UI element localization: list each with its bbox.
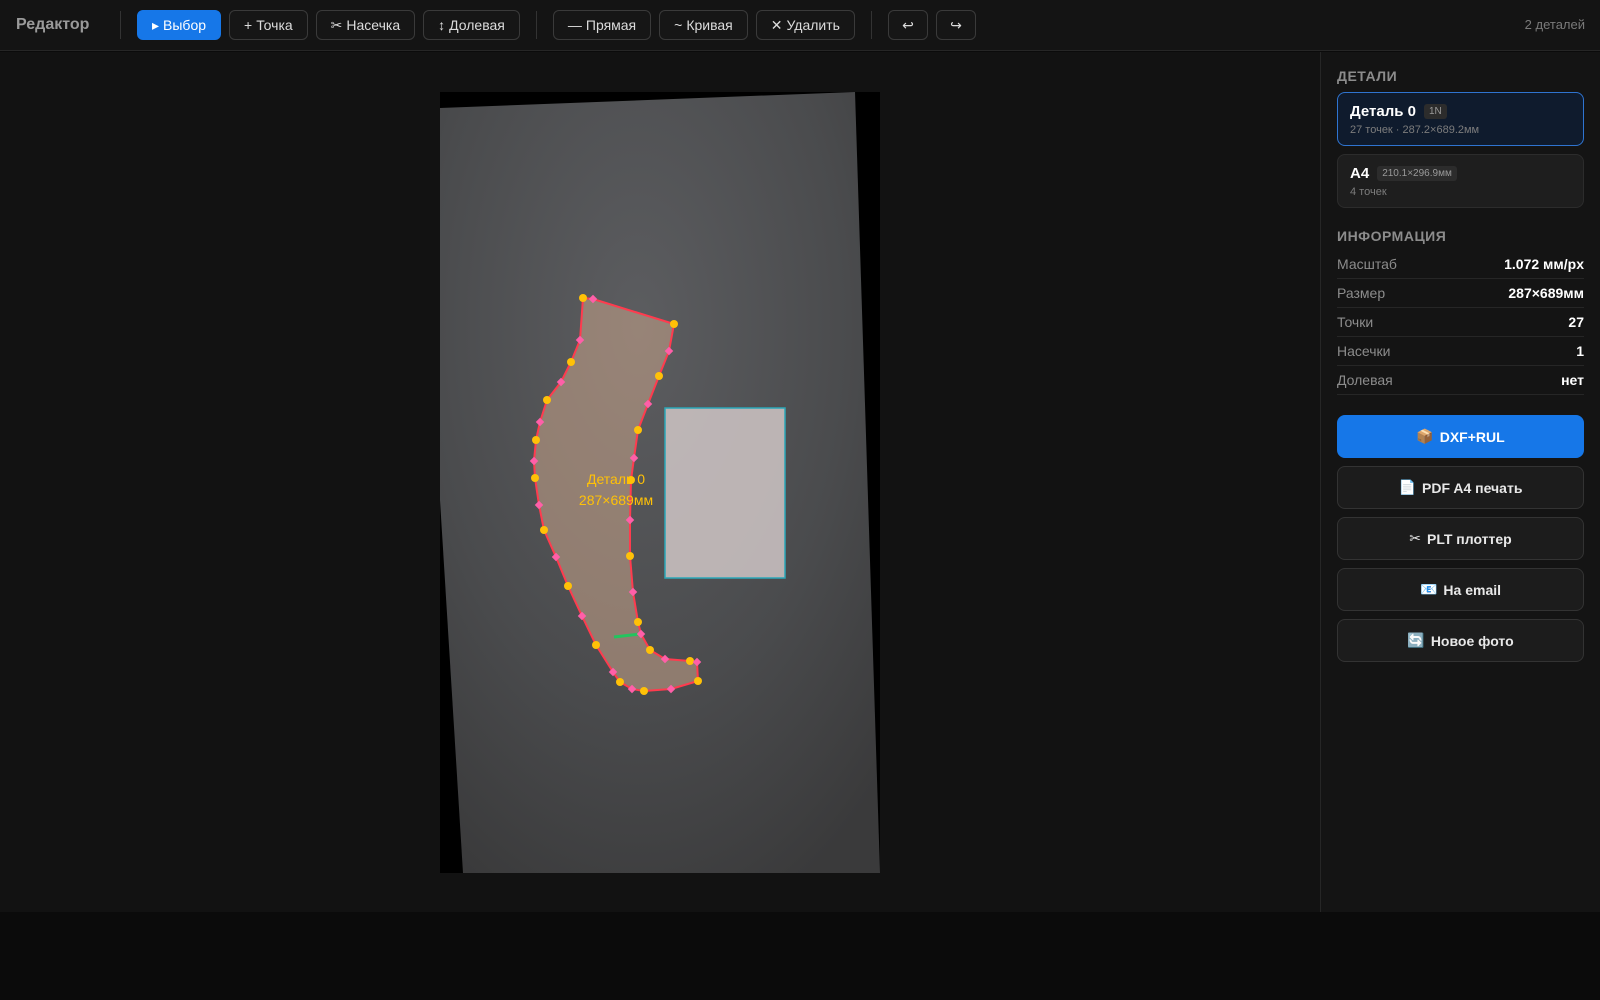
tool-label: Насечка <box>346 17 401 33</box>
tool-label: Долевая <box>449 17 505 33</box>
detail-summary: 27 точек · 287.2×689.2мм <box>1350 124 1480 136</box>
control-point[interactable] <box>626 552 634 560</box>
tool-label: Точка <box>256 17 293 33</box>
control-point[interactable] <box>634 426 642 434</box>
export-plt-plotter-button[interactable]: ✂ PLT плоттер <box>1337 517 1584 560</box>
detail-card-piece-0[interactable]: Деталь 0 1N 27 точек · 287.2×689.2мм <box>1337 92 1584 146</box>
control-point[interactable] <box>531 474 539 482</box>
plus-icon: + <box>244 17 253 33</box>
control-point[interactable] <box>532 436 540 444</box>
control-point[interactable] <box>543 396 551 404</box>
control-point[interactable] <box>655 372 663 380</box>
control-point[interactable] <box>646 646 654 654</box>
refresh-icon: 🔄 <box>1407 632 1425 648</box>
fabric-photo <box>440 92 880 873</box>
action-label: DXF+RUL <box>1439 428 1505 445</box>
control-point[interactable] <box>579 294 587 302</box>
tool-label: Удалить <box>786 17 840 33</box>
undo-icon: ↩ <box>902 16 914 33</box>
document-icon: 📄 <box>1398 479 1416 495</box>
redo-icon: ↪ <box>950 16 962 33</box>
info-row-grainline: Долевая нет <box>1337 366 1584 395</box>
toolbar-divider <box>120 11 121 39</box>
info-key: Масштаб <box>1337 256 1397 272</box>
tool-point-button[interactable]: + Точка <box>229 10 308 40</box>
scissors-icon: ✂ <box>1409 530 1421 546</box>
export-actions: 📦 DXF+RUL 📄 PDF A4 печать ✂ PLT плоттер … <box>1337 415 1584 662</box>
piece-dimensions-label: 287×689мм <box>579 492 653 508</box>
tool-select-button[interactable]: ▸ Выбор <box>137 10 222 40</box>
action-label: PLT плоттер <box>1427 530 1512 547</box>
pointer-icon: ▸ <box>152 16 160 33</box>
info-row-points: Точки 27 <box>1337 308 1584 337</box>
toolbar-divider <box>870 11 872 39</box>
notch-count-badge: 1N <box>1423 104 1447 119</box>
a4-sheet-outline[interactable] <box>664 407 786 579</box>
control-point[interactable] <box>567 358 575 366</box>
size-badge: 210.1×296.9мм <box>1377 166 1457 181</box>
new-photo-button[interactable]: 🔄 Новое фото <box>1337 619 1584 662</box>
control-point[interactable] <box>694 677 702 685</box>
bottom-strip <box>0 912 1600 1000</box>
info-key: Точки <box>1337 314 1374 330</box>
info-value: 1.072 мм/px <box>1504 256 1584 272</box>
action-label: PDF A4 печать <box>1422 479 1523 496</box>
control-point[interactable] <box>592 641 600 649</box>
detail-name: Деталь 0 <box>1350 103 1416 120</box>
straight-line-button[interactable]: — Прямая <box>552 10 652 40</box>
delete-button[interactable]: ✕ Удалить <box>755 10 855 40</box>
info-value: нет <box>1561 372 1584 388</box>
tool-grainline-button[interactable]: ↕ Долевая <box>423 10 520 40</box>
info-key: Размер <box>1337 285 1386 301</box>
top-toolbar: Редактор ▸ Выбор + Точка ✂ Насечка ↕ Дол… <box>0 0 1600 51</box>
info-key: Насечки <box>1337 343 1391 359</box>
control-point[interactable] <box>686 657 694 665</box>
curve-button[interactable]: ~ Кривая <box>659 10 748 40</box>
action-label: На email <box>1443 581 1502 598</box>
control-point[interactable] <box>564 582 572 590</box>
control-point[interactable] <box>616 678 624 686</box>
line-icon: — <box>567 17 582 33</box>
toolbar-divider <box>535 11 537 39</box>
details-section-title: ДЕТАЛИ <box>1337 68 1398 84</box>
info-section-title: ИНФОРМАЦИЯ <box>1337 228 1447 244</box>
control-point[interactable] <box>670 320 678 328</box>
tool-label: Кривая <box>686 17 733 33</box>
info-value: 287×689мм <box>1508 285 1584 301</box>
export-dxf-rul-button[interactable]: 📦 DXF+RUL <box>1337 415 1584 458</box>
export-pdf-a4-button[interactable]: 📄 PDF A4 печать <box>1337 466 1584 509</box>
tool-notch-button[interactable]: ✂ Насечка <box>315 10 416 40</box>
info-row-scale: Масштаб 1.072 мм/px <box>1337 250 1584 279</box>
email-icon: 📧 <box>1419 581 1438 597</box>
editor-canvas-area[interactable]: Деталь 0 287×689мм <box>0 52 1320 912</box>
control-point[interactable] <box>634 618 642 626</box>
piece-name-label: Деталь 0 <box>587 471 645 487</box>
curve-icon: ~ <box>674 17 683 33</box>
detail-card-a4[interactable]: A4 210.1×296.9мм 4 точек <box>1337 154 1584 208</box>
package-icon: 📦 <box>1416 428 1434 444</box>
info-key: Долевая <box>1337 372 1393 388</box>
tool-label: Прямая <box>585 17 637 33</box>
info-value: 27 <box>1568 314 1584 330</box>
detail-summary: 4 точек <box>1350 186 1387 198</box>
info-row-notches: Насечки 1 <box>1337 337 1584 366</box>
control-point[interactable] <box>540 526 548 534</box>
close-icon: ✕ <box>770 16 783 33</box>
detail-counter: 2 деталей <box>1524 17 1585 32</box>
app-title: Редактор <box>16 16 90 33</box>
editor-canvas[interactable]: Деталь 0 287×689мм <box>0 52 1320 912</box>
right-sidebar: ДЕТАЛИ Деталь 0 1N 27 точек · 287.2×689.… <box>1320 52 1600 912</box>
scissors-icon: ✂ <box>330 16 343 33</box>
send-email-button[interactable]: 📧 На email <box>1337 568 1584 611</box>
vertical-arrows-icon: ↕ <box>438 17 446 33</box>
info-value: 1 <box>1576 343 1584 359</box>
info-row-size: Размер 287×689мм <box>1337 279 1584 308</box>
undo-button[interactable]: ↩ <box>887 10 928 40</box>
control-point[interactable] <box>640 687 648 695</box>
detail-name: A4 <box>1350 165 1370 182</box>
redo-button[interactable]: ↪ <box>935 10 976 40</box>
action-label: Новое фото <box>1430 632 1514 649</box>
tool-label: Выбор <box>163 17 207 33</box>
